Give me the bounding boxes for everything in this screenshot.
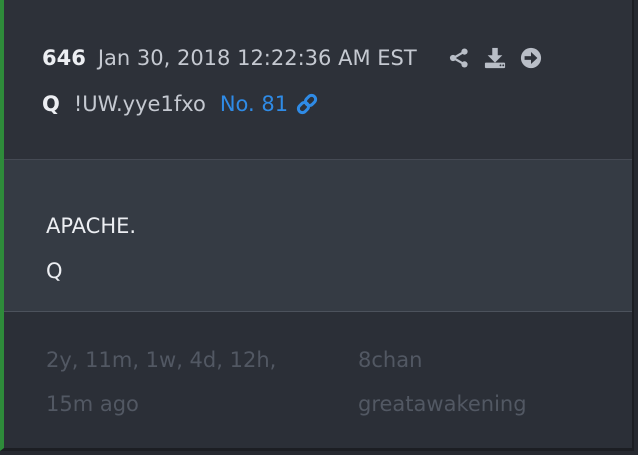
- post-age-line: 15m ago: [46, 392, 139, 416]
- post-date: Jan 30, 2018 12:22:36 AM EST: [97, 46, 417, 70]
- message-line: Q: [46, 259, 63, 283]
- post-header: 646 Jan 30, 2018 12:22:36 AM EST Q !UW.y…: [4, 0, 632, 160]
- post-meta-row: 646 Jan 30, 2018 12:22:36 AM EST: [42, 40, 543, 76]
- post-number: 646: [42, 46, 86, 70]
- source-board: greatawakening: [358, 392, 527, 416]
- post-actions: [447, 46, 543, 70]
- post-card: 646 Jan 30, 2018 12:22:36 AM EST Q !UW.y…: [0, 0, 634, 451]
- post-message: APACHE. Q: [46, 204, 136, 294]
- post-author-row: Q !UW.yye1fxo No. 81: [42, 86, 320, 122]
- author-name: Q: [42, 92, 60, 116]
- message-line: APACHE.: [46, 214, 137, 238]
- arrow-right-circle-icon[interactable]: [519, 46, 543, 70]
- tripcode: !UW.yye1fxo: [73, 92, 206, 116]
- post-age: 2y, 11m, 1w, 4d, 12h, 15m ago: [46, 338, 326, 426]
- source-site: 8chan: [358, 348, 423, 372]
- post-footer: 2y, 11m, 1w, 4d, 12h, 15m ago 8chan grea…: [4, 312, 632, 448]
- download-icon[interactable]: [483, 46, 507, 70]
- post-link[interactable]: No. 81: [220, 92, 288, 116]
- post-source: 8chan greatawakening: [358, 338, 588, 426]
- share-icon[interactable]: [447, 46, 471, 70]
- post-body: APACHE. Q: [4, 160, 632, 312]
- link-icon[interactable]: [294, 91, 320, 117]
- post-age-line: 2y, 11m, 1w, 4d, 12h,: [46, 348, 277, 372]
